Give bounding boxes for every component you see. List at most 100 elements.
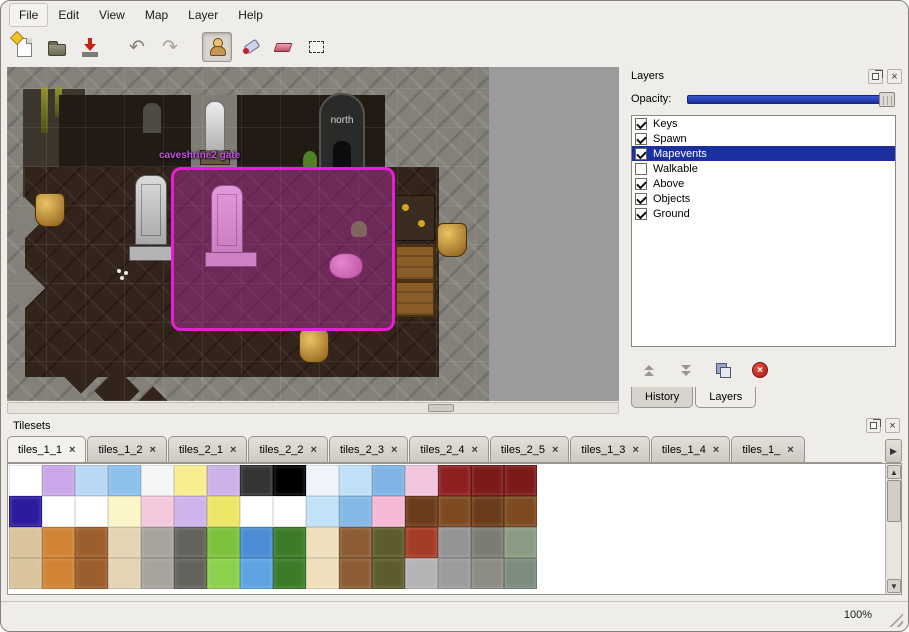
tile-3-15[interactable] [504, 558, 537, 589]
tileset-tab-tiles_1_3[interactable]: tiles_1_3× [570, 436, 649, 463]
tile-1-3[interactable] [108, 496, 141, 527]
layer-row-above[interactable]: Above [632, 176, 895, 191]
tile-1-11[interactable] [372, 496, 405, 527]
layer-visibility-checkbox[interactable] [635, 193, 647, 205]
float-panel-button[interactable] [868, 69, 883, 84]
tile-2-5[interactable] [174, 527, 207, 558]
tile-1-13[interactable] [438, 496, 471, 527]
menu-view[interactable]: View [89, 3, 135, 27]
tileset-tab-tiles_2_2[interactable]: tiles_2_2× [248, 436, 327, 463]
stamp-tool-button[interactable] [202, 32, 232, 62]
brush-tool-button[interactable] [235, 32, 265, 62]
tile-0-13[interactable] [438, 465, 471, 496]
layer-row-ground[interactable]: Ground [632, 206, 895, 221]
tab-close-icon[interactable]: × [150, 445, 156, 456]
menu-file[interactable]: File [9, 3, 48, 27]
tileset-tab-tiles_2_4[interactable]: tiles_2_4× [409, 436, 488, 463]
tile-3-4[interactable] [141, 558, 174, 589]
tile-2-8[interactable] [273, 527, 306, 558]
tile-1-5[interactable] [174, 496, 207, 527]
tile-2-10[interactable] [339, 527, 372, 558]
tile-0-1[interactable] [42, 465, 75, 496]
tab-close-icon[interactable]: × [391, 445, 397, 456]
tile-3-11[interactable] [372, 558, 405, 589]
layer-visibility-checkbox[interactable] [635, 133, 647, 145]
map-selection-rect[interactable] [171, 167, 395, 331]
map-canvas[interactable]: north caveshrine [7, 67, 619, 401]
tile-1-6[interactable] [207, 496, 240, 527]
tile-0-2[interactable] [75, 465, 108, 496]
menu-map[interactable]: Map [135, 3, 178, 27]
tile-3-0[interactable] [9, 558, 42, 589]
tile-1-1[interactable] [42, 496, 75, 527]
tile-3-12[interactable] [405, 558, 438, 589]
tile-3-7[interactable] [240, 558, 273, 589]
tile-3-3[interactable] [108, 558, 141, 589]
tile-3-2[interactable] [75, 558, 108, 589]
tile-0-5[interactable] [174, 465, 207, 496]
tile-3-9[interactable] [306, 558, 339, 589]
layer-row-walkable[interactable]: Walkable [632, 161, 895, 176]
new-file-button[interactable] [9, 32, 39, 62]
tile-3-13[interactable] [438, 558, 471, 589]
layer-row-spawn[interactable]: Spawn [632, 131, 895, 146]
redo-button[interactable]: ↷ [155, 32, 185, 62]
dock-tab-history[interactable]: History [631, 387, 693, 408]
float-panel-button[interactable] [866, 418, 881, 433]
tile-1-8[interactable] [273, 496, 306, 527]
tile-3-14[interactable] [471, 558, 504, 589]
tileset-tab-tiles_1_[interactable]: tiles_1_× [731, 436, 804, 463]
tileset-tab-tiles_2_1[interactable]: tiles_2_1× [168, 436, 247, 463]
tile-0-15[interactable] [504, 465, 537, 496]
tile-3-8[interactable] [273, 558, 306, 589]
tile-2-6[interactable] [207, 527, 240, 558]
layer-visibility-checkbox[interactable] [635, 178, 647, 190]
tile-1-14[interactable] [471, 496, 504, 527]
delete-layer-button[interactable]: × [750, 360, 770, 380]
undo-button[interactable]: ↶ [122, 32, 152, 62]
move-layer-up-button[interactable] [639, 360, 659, 380]
eraser-tool-button[interactable] [268, 32, 298, 62]
tile-0-9[interactable] [306, 465, 339, 496]
splitter-handle[interactable] [428, 404, 454, 412]
rect-select-tool-button[interactable] [301, 32, 331, 62]
tile-0-0[interactable] [9, 465, 42, 496]
close-panel-button[interactable]: × [885, 418, 900, 433]
tile-3-5[interactable] [174, 558, 207, 589]
tile-3-1[interactable] [42, 558, 75, 589]
duplicate-layer-button[interactable] [713, 360, 733, 380]
tab-close-icon[interactable]: × [230, 445, 236, 456]
tile-1-7[interactable] [240, 496, 273, 527]
tile-1-2[interactable] [75, 496, 108, 527]
tile-0-4[interactable] [141, 465, 174, 496]
tileset-tab-tiles_2_3[interactable]: tiles_2_3× [329, 436, 408, 463]
tile-2-2[interactable] [75, 527, 108, 558]
tile-2-12[interactable] [405, 527, 438, 558]
tile-2-14[interactable] [471, 527, 504, 558]
horizontal-splitter[interactable] [7, 402, 619, 414]
tile-1-9[interactable] [306, 496, 339, 527]
tileset-tab-tiles_1_2[interactable]: tiles_1_2× [87, 436, 166, 463]
scroll-down-button[interactable]: ▼ [887, 579, 901, 593]
tile-2-13[interactable] [438, 527, 471, 558]
scrollbar-thumb[interactable] [887, 480, 901, 522]
tab-close-icon[interactable]: × [787, 445, 793, 456]
layer-visibility-checkbox[interactable] [635, 148, 647, 160]
tile-1-12[interactable] [405, 496, 438, 527]
tile-0-8[interactable] [273, 465, 306, 496]
tile-1-0[interactable] [9, 496, 42, 527]
tile-1-15[interactable] [504, 496, 537, 527]
layer-visibility-checkbox[interactable] [635, 163, 647, 175]
tile-1-10[interactable] [339, 496, 372, 527]
tile-2-15[interactable] [504, 527, 537, 558]
tile-0-11[interactable] [372, 465, 405, 496]
tab-close-icon[interactable]: × [311, 445, 317, 456]
tab-close-icon[interactable]: × [632, 445, 638, 456]
move-layer-down-button[interactable] [676, 360, 696, 380]
resize-grip[interactable] [889, 613, 903, 627]
tile-3-6[interactable] [207, 558, 240, 589]
tileset-vertical-scrollbar[interactable]: ▲ ▼ [885, 464, 901, 594]
tile-0-10[interactable] [339, 465, 372, 496]
tile-0-7[interactable] [240, 465, 273, 496]
layer-row-objects[interactable]: Objects [632, 191, 895, 206]
